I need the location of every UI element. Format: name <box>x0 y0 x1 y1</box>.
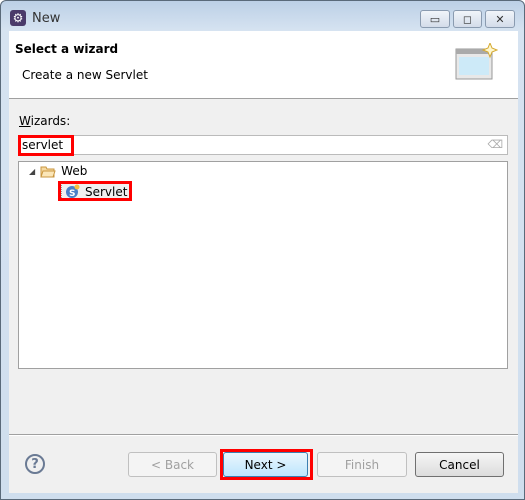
help-button[interactable]: ? <box>25 454 45 474</box>
wizard-banner-icon <box>455 43 498 80</box>
cancel-button[interactable]: Cancel <box>415 452 504 477</box>
window-title: New <box>32 11 61 26</box>
tree-item-label: Web <box>61 164 88 178</box>
dialog-content: Select a wizard Create a new Servlet Wiz… <box>9 31 518 493</box>
maximize-button[interactable]: ◻ <box>453 10 482 28</box>
header-title: Select a wizard <box>15 42 119 56</box>
tree-item-web[interactable]: ◢ Web <box>29 164 87 178</box>
wizard-filter-input[interactable]: servlet ⌫ <box>18 135 508 155</box>
wizard-header: Select a wizard Create a new Servlet <box>9 31 518 99</box>
close-button[interactable]: ✕ <box>485 10 515 28</box>
footer-separator <box>9 434 518 436</box>
highlight-filter <box>18 135 74 156</box>
back-button[interactable]: < Back <box>128 452 217 477</box>
highlight-next <box>220 449 313 480</box>
highlight-servlet <box>58 181 132 201</box>
minimize-button[interactable]: ▭ <box>420 10 450 28</box>
folder-icon <box>40 166 56 177</box>
clear-filter-icon[interactable]: ⌫ <box>487 138 503 151</box>
header-subtitle: Create a new Servlet <box>22 68 148 82</box>
eclipse-icon: ⚙ <box>10 10 26 26</box>
wizards-label: Wizards: <box>19 114 71 128</box>
finish-button[interactable]: Finish <box>317 452 407 477</box>
dialog-window: ⚙ New ▭ ◻ ✕ Select a wizard Create a new… <box>0 0 525 500</box>
expand-arrow-icon[interactable]: ◢ <box>29 167 35 176</box>
